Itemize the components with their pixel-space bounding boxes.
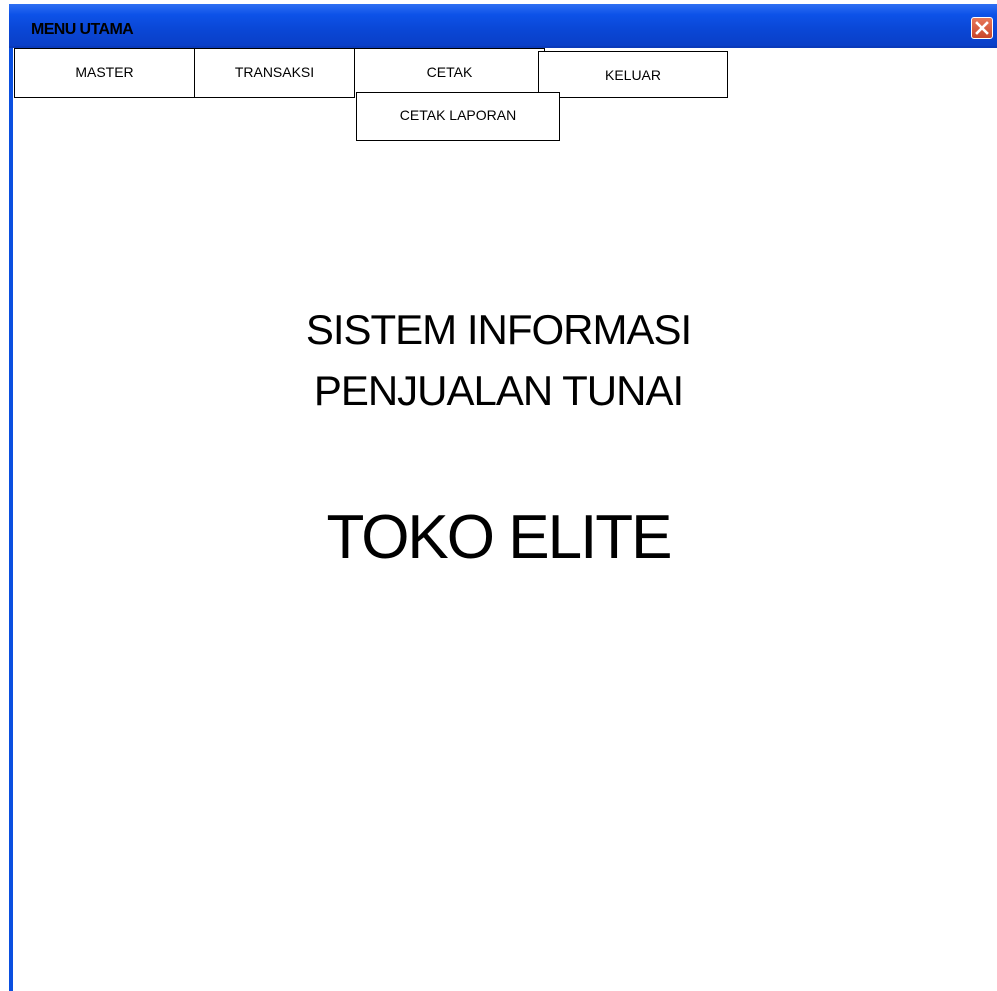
menu-master[interactable]: MASTER (14, 48, 195, 98)
menu-cetak[interactable]: CETAK (354, 48, 545, 94)
window-left-border (9, 4, 13, 991)
submenu-cetak-laporan[interactable]: CETAK LAPORAN (356, 92, 560, 141)
system-title-line2: PENJUALAN TUNAI (313, 367, 684, 414)
title-bar[interactable]: MENU UTAMA (9, 4, 997, 48)
main-window: MENU UTAMA MASTER TRANSAKSI CETAK KELUAR… (0, 0, 997, 991)
menu-keluar[interactable]: KELUAR (538, 51, 728, 98)
close-icon[interactable] (971, 17, 993, 39)
system-title-line1: SISTEM INFORMASI (305, 306, 692, 353)
window-title: MENU UTAMA (31, 21, 134, 38)
store-name: TOKO ELITE (326, 503, 672, 572)
menu-transaksi[interactable]: TRANSAKSI (194, 48, 355, 98)
